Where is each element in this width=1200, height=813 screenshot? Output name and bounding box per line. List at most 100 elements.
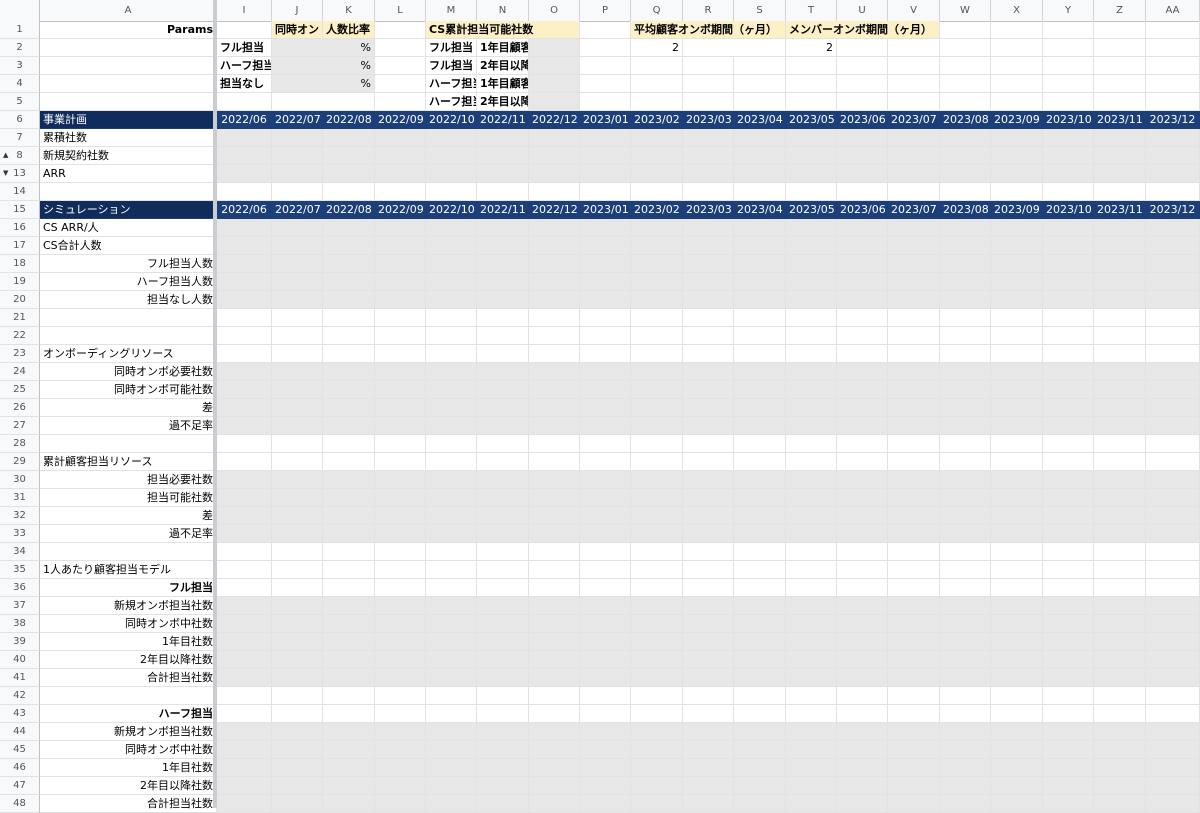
column-header-i[interactable]: I — [217, 0, 272, 21]
cell[interactable] — [837, 381, 888, 399]
month-header[interactable]: 2022/07 — [272, 111, 323, 129]
cell[interactable] — [683, 237, 734, 255]
cell[interactable] — [477, 651, 529, 669]
cell[interactable] — [375, 597, 426, 615]
row-number-41[interactable]: 41 — [0, 669, 40, 687]
cell[interactable] — [786, 327, 837, 345]
cell[interactable] — [1043, 633, 1094, 651]
cell[interactable] — [217, 435, 272, 453]
cell[interactable] — [323, 165, 375, 183]
cell[interactable] — [426, 417, 477, 435]
cell[interactable] — [940, 147, 991, 165]
cell[interactable] — [991, 345, 1043, 363]
cell[interactable] — [837, 723, 888, 741]
row-label[interactable]: 同時オンボ必要社数 — [40, 363, 217, 381]
cell[interactable] — [1094, 255, 1146, 273]
row-number-27[interactable]: 27 — [0, 417, 40, 435]
member-onb-period-value[interactable]: 2 — [786, 39, 837, 57]
cell[interactable] — [323, 669, 375, 687]
cell[interactable] — [272, 507, 323, 525]
cell[interactable] — [217, 507, 272, 525]
cell[interactable] — [375, 255, 426, 273]
cell[interactable] — [529, 651, 580, 669]
cell[interactable] — [631, 399, 683, 417]
cell[interactable] — [837, 615, 888, 633]
cell[interactable] — [375, 579, 426, 597]
cell[interactable] — [837, 417, 888, 435]
cell[interactable] — [529, 147, 580, 165]
cell[interactable] — [940, 39, 991, 57]
cell[interactable] — [323, 363, 375, 381]
cell[interactable] — [991, 759, 1043, 777]
cell[interactable] — [40, 543, 217, 561]
cell[interactable] — [940, 669, 991, 687]
cell[interactable] — [272, 399, 323, 417]
cell[interactable] — [683, 561, 734, 579]
month-header[interactable]: 2023/10 — [1043, 111, 1094, 129]
cell[interactable] — [991, 777, 1043, 795]
cell[interactable] — [272, 705, 323, 723]
cell[interactable] — [217, 309, 272, 327]
cell[interactable] — [477, 381, 529, 399]
cell[interactable] — [529, 309, 580, 327]
row-number-30[interactable]: 30 — [0, 471, 40, 489]
cell[interactable] — [631, 741, 683, 759]
cell[interactable] — [272, 525, 323, 543]
cell[interactable] — [888, 795, 940, 813]
month-header[interactable]: 2022/11 — [477, 201, 529, 219]
cell[interactable] — [631, 381, 683, 399]
cell[interactable] — [272, 669, 323, 687]
cell[interactable] — [837, 597, 888, 615]
month-header[interactable]: 2023/06 — [837, 111, 888, 129]
row-number-15[interactable]: 15 — [0, 201, 40, 219]
column-header-n[interactable]: N — [477, 0, 529, 21]
cell[interactable] — [786, 93, 837, 111]
cell[interactable] — [323, 795, 375, 813]
cell[interactable] — [426, 129, 477, 147]
capacity-year-label[interactable]: 1年目顧客 — [477, 75, 529, 93]
cell[interactable] — [991, 399, 1043, 417]
cell[interactable] — [734, 615, 786, 633]
cell[interactable] — [888, 453, 940, 471]
cell[interactable] — [888, 183, 940, 201]
cell[interactable] — [631, 579, 683, 597]
cell[interactable] — [940, 291, 991, 309]
cell[interactable] — [786, 579, 837, 597]
spreadsheet[interactable]: A I J K L M N O P Q R S T U V W X Y Z AA 1 2 3 4 5 6 7 8 13 14 15 16 17… — [0, 0, 1200, 813]
cell[interactable] — [837, 39, 888, 57]
cell[interactable] — [272, 363, 323, 381]
cell[interactable] — [217, 255, 272, 273]
cell[interactable] — [734, 669, 786, 687]
cell[interactable] — [375, 687, 426, 705]
row-label[interactable]: 1年目社数 — [40, 633, 217, 651]
cell[interactable] — [683, 489, 734, 507]
cell[interactable] — [323, 543, 375, 561]
capacity-input[interactable] — [529, 75, 580, 93]
cell[interactable] — [580, 507, 631, 525]
cell[interactable] — [991, 183, 1043, 201]
cell[interactable] — [837, 183, 888, 201]
row-label[interactable]: 合計担当社数 — [40, 669, 217, 687]
cell[interactable] — [683, 777, 734, 795]
cell[interactable] — [1043, 525, 1094, 543]
row-number-48[interactable]: 48 — [0, 795, 40, 813]
cell[interactable] — [734, 471, 786, 489]
capacity-role-label[interactable]: ハーフ担当 — [426, 75, 477, 93]
cell[interactable] — [888, 471, 940, 489]
cell[interactable] — [1043, 759, 1094, 777]
cell[interactable] — [580, 561, 631, 579]
month-header[interactable]: 2023/08 — [940, 201, 991, 219]
cell[interactable] — [272, 453, 323, 471]
column-header-t[interactable]: T — [786, 0, 837, 21]
cell[interactable] — [888, 651, 940, 669]
cell[interactable] — [217, 597, 272, 615]
cell[interactable] — [734, 273, 786, 291]
row-label[interactable]: 差 — [40, 399, 217, 417]
cell[interactable] — [580, 669, 631, 687]
capacity-year-label[interactable]: 2年目以降 — [477, 57, 529, 75]
row-label[interactable]: フル担当人数 — [40, 255, 217, 273]
cell[interactable] — [683, 417, 734, 435]
cell[interactable] — [837, 237, 888, 255]
month-header[interactable]: 2023/12 — [1146, 201, 1200, 219]
select-all-corner[interactable] — [0, 0, 40, 21]
